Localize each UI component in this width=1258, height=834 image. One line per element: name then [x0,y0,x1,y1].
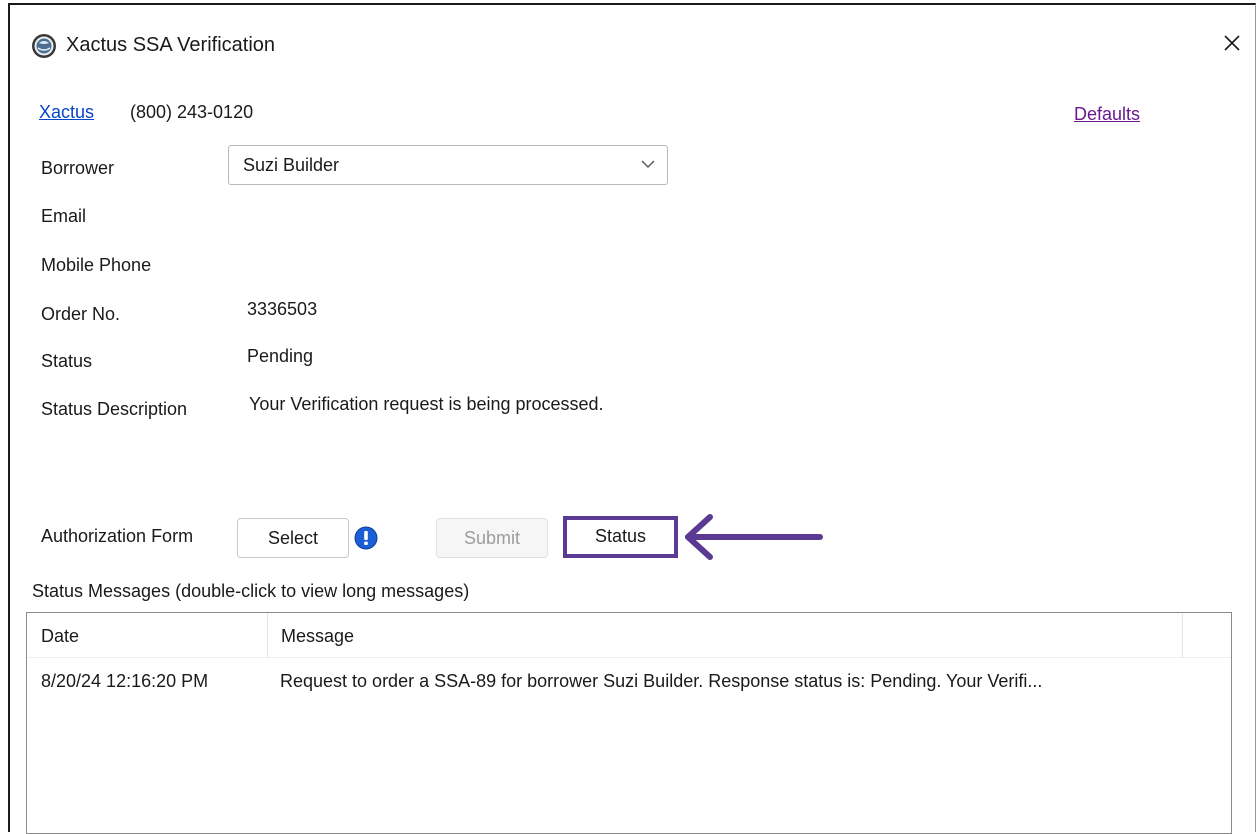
status-label: Status [41,351,93,371]
form-area: Xactus (800) 243-0120 Defaults Borrower … [10,85,1255,834]
window-title: Xactus SSA Verification [66,34,276,56]
grid-header: Date Message [27,613,1231,658]
defaults-link[interactable]: Defaults [1074,104,1140,125]
borrower-selected-value: Suzi Builder [243,155,340,175]
xactus-logo-icon [32,34,56,58]
status-description-value: Your Verification request is being proce… [249,394,604,414]
authorization-form-label: Authorization Form [41,526,194,546]
xactus-link[interactable]: Xactus [39,102,94,123]
order-no-label: Order No. [41,304,121,324]
submit-button[interactable]: Submit [436,518,548,558]
dialog-window: Xactus SSA Verification Xactus (800) 243… [8,3,1256,834]
email-label: Email [41,206,87,226]
status-button[interactable]: Status [563,516,678,558]
close-icon[interactable] [1217,28,1247,58]
mobile-phone-label: Mobile Phone [41,255,152,275]
info-icon[interactable] [354,526,378,550]
status-messages-label: Status Messages (double-click to view lo… [32,581,470,601]
column-header-date[interactable]: Date [41,626,79,647]
arrow-left-icon [685,514,823,560]
status-value: Pending [247,346,314,366]
phone-number: (800) 243-0120 [130,102,254,122]
column-separator[interactable] [1182,613,1183,657]
chevron-down-icon [641,160,655,168]
column-separator[interactable] [267,613,268,657]
status-description-label: Status Description [41,399,188,419]
order-no-value: 3336503 [247,299,318,319]
row-message: Request to order a SSA-89 for borrower S… [280,671,1043,691]
column-header-message[interactable]: Message [281,626,354,647]
title-bar: Xactus SSA Verification [10,5,1255,85]
status-messages-grid[interactable]: Date Message 8/20/24 12:16:20 PM Request… [26,612,1232,834]
borrower-dropdown[interactable]: Suzi Builder [228,145,668,185]
select-button[interactable]: Select [237,518,349,558]
row-date: 8/20/24 12:16:20 PM [41,671,209,691]
borrower-label: Borrower [41,158,115,178]
table-row[interactable]: 8/20/24 12:16:20 PM Request to order a S… [27,657,1231,693]
